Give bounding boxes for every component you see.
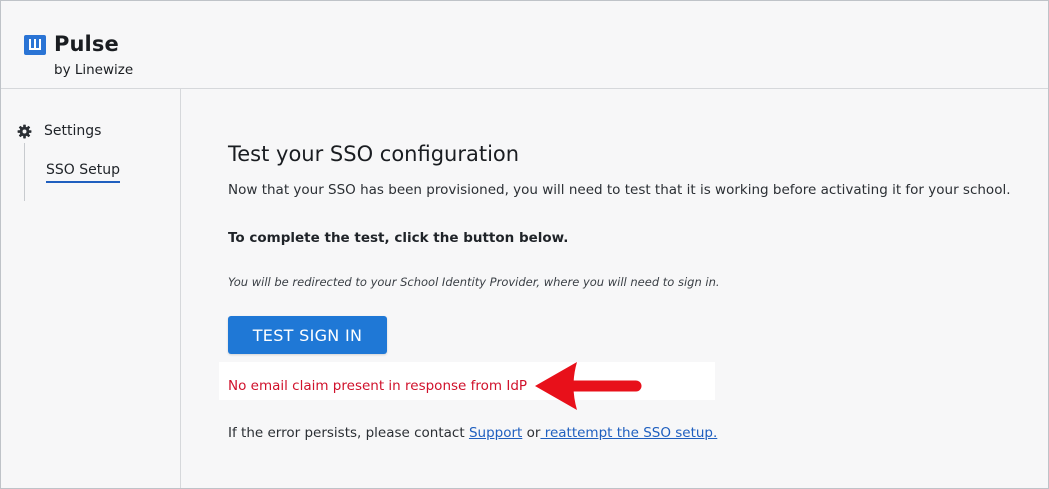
sidebar: Settings SSO Setup bbox=[1, 89, 181, 488]
brand-name: Pulse bbox=[54, 32, 119, 56]
redirect-note: You will be redirected to your School Id… bbox=[228, 275, 720, 289]
page-description: Now that your SSO has been provisioned, … bbox=[228, 182, 1011, 198]
help-text: If the error persists, please contact Su… bbox=[228, 425, 717, 441]
gear-icon bbox=[17, 124, 32, 139]
sidebar-section-label: Settings bbox=[44, 123, 102, 139]
annotation-arrow-icon bbox=[535, 362, 642, 410]
reattempt-sso-link[interactable]: reattempt the SSO setup. bbox=[540, 425, 718, 441]
header: Pulse by Linewize bbox=[1, 1, 1048, 89]
main-content: Test your SSO configuration Now that you… bbox=[181, 89, 1048, 488]
brand-subtitle: by Linewize bbox=[54, 62, 134, 78]
linewize-logo-icon bbox=[24, 35, 46, 55]
sidebar-divider bbox=[24, 143, 25, 201]
instruction-text: To complete the test, click the button b… bbox=[228, 230, 569, 246]
help-prefix: If the error persists, please contact bbox=[228, 425, 469, 441]
help-middle: or bbox=[522, 425, 541, 441]
support-link[interactable]: Support bbox=[469, 425, 522, 441]
test-sign-in-button[interactable]: TEST SIGN IN bbox=[228, 316, 387, 354]
page-title: Test your SSO configuration bbox=[228, 142, 520, 166]
app-window: Pulse by Linewize Settings SSO Setup Tes… bbox=[0, 0, 1049, 489]
error-message: No email claim present in response from … bbox=[228, 378, 528, 394]
sidebar-item-sso-setup[interactable]: SSO Setup bbox=[46, 162, 120, 183]
